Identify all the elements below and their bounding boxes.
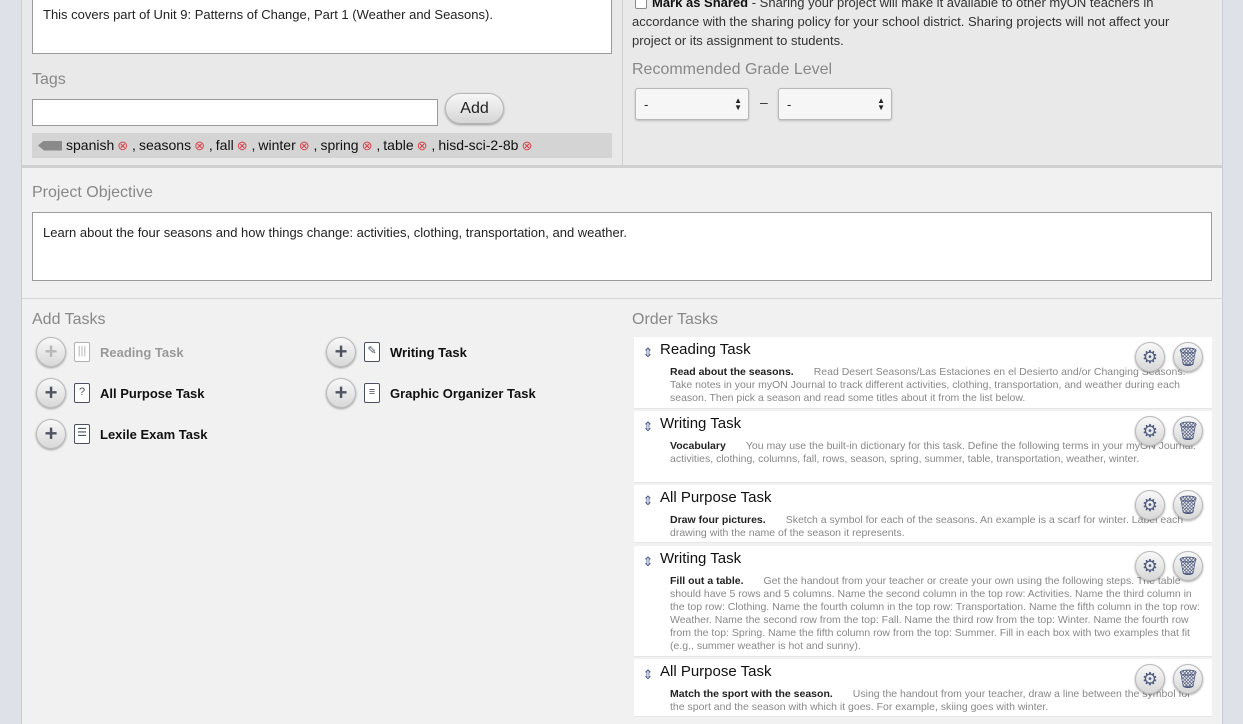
task-description: Draw four pictures. Sketch a symbol for e… bbox=[670, 514, 1184, 539]
question-doc-icon: ? bbox=[74, 383, 90, 403]
order-task-item[interactable]: ⇕ All Purpose Task Draw four pictures. Sk… bbox=[634, 485, 1212, 543]
section-divider bbox=[22, 298, 1222, 299]
tag-item: spanish ⊗ , bbox=[66, 137, 136, 153]
pencil-paper-icon: ✎ bbox=[364, 342, 380, 362]
remove-tag-icon[interactable]: ⊗ bbox=[194, 138, 205, 153]
remove-tag-icon[interactable]: ⊗ bbox=[299, 138, 310, 153]
gear-icon[interactable]: ⚙ bbox=[1135, 664, 1165, 694]
task-heading: Draw four pictures. bbox=[670, 514, 766, 526]
gear-icon[interactable]: ⚙ bbox=[1135, 342, 1165, 372]
share-description: Mark as Shared - Sharing your project wi… bbox=[632, 0, 1202, 50]
project-details-section: This covers part of Unit 9: Patterns of … bbox=[22, 0, 1222, 168]
remove-tag-icon[interactable]: ⊗ bbox=[417, 138, 428, 153]
objective-textarea[interactable]: Learn about the four seasons and how thi… bbox=[32, 212, 1212, 281]
plus-icon: + bbox=[36, 378, 66, 408]
task-title: All Purpose Task bbox=[660, 663, 772, 680]
task-heading: Match the sport with the season. bbox=[670, 688, 833, 700]
trash-icon[interactable]: 🗑 bbox=[1173, 342, 1203, 372]
task-description: Vocabulary You may use the built-in dicti… bbox=[670, 440, 1196, 465]
mark-as-shared-checkbox[interactable] bbox=[635, 0, 647, 9]
trash-icon[interactable]: 🗑 bbox=[1173, 551, 1203, 581]
select-arrows-icon: ▲ ▼ bbox=[877, 96, 885, 112]
remove-tag-icon[interactable]: ⊗ bbox=[237, 138, 248, 153]
grade-level-label: Recommended Grade Level bbox=[632, 61, 833, 78]
tags-list: spanish ⊗ , seasons ⊗ , fall ⊗ , winter ⊗ , … bbox=[32, 133, 612, 158]
add-lexile-exam-task-button[interactable]: + ☰ Lexile Exam Task bbox=[36, 419, 207, 449]
task-heading: Fill out a table. bbox=[670, 575, 744, 587]
task-description: Match the sport with the season. Using th… bbox=[670, 688, 1191, 713]
drag-handle-icon[interactable]: ⇕ bbox=[642, 345, 654, 361]
gear-icon[interactable]: ⚙ bbox=[1135, 490, 1165, 520]
select-arrows-icon: ▲ ▼ bbox=[734, 96, 742, 112]
remove-tag-icon[interactable]: ⊗ bbox=[117, 138, 128, 153]
task-title: All Purpose Task bbox=[660, 489, 772, 506]
task-title: Reading Task bbox=[660, 341, 751, 358]
drag-handle-icon[interactable]: ⇕ bbox=[642, 419, 654, 435]
tags-label: Tags bbox=[32, 71, 66, 88]
plus-icon: + bbox=[36, 337, 66, 367]
grade-to-select[interactable]: - ▲ ▼ bbox=[778, 88, 892, 120]
add-tag-button[interactable]: Add bbox=[445, 93, 504, 124]
remove-tag-icon[interactable]: ⊗ bbox=[362, 138, 373, 153]
column-divider bbox=[622, 0, 623, 168]
tag-item: seasons ⊗ , bbox=[138, 137, 213, 153]
add-all-purpose-task-button[interactable]: + ? All Purpose Task bbox=[36, 378, 205, 408]
task-heading: Read about the seasons. bbox=[670, 366, 794, 378]
task-heading: Vocabulary bbox=[670, 440, 726, 452]
gear-icon[interactable]: ⚙ bbox=[1135, 416, 1165, 446]
grade-from-select[interactable]: - ▲ ▼ bbox=[635, 88, 749, 120]
order-task-item[interactable]: ⇕ All Purpose Task Match the sport with … bbox=[634, 659, 1212, 717]
task-description: Read about the seasons. Read Desert Seaso… bbox=[670, 366, 1186, 404]
plus-icon: + bbox=[326, 337, 356, 367]
description-textarea[interactable]: This covers part of Unit 9: Patterns of … bbox=[32, 0, 612, 54]
project-editor: This covers part of Unit 9: Patterns of … bbox=[21, 0, 1223, 724]
order-task-item[interactable]: ⇕ Writing Task Fill out a table. Get the … bbox=[634, 546, 1212, 657]
add-reading-task-button[interactable]: + ||| Reading Task bbox=[36, 337, 184, 367]
drag-handle-icon[interactable]: ⇕ bbox=[642, 554, 654, 570]
task-description: Fill out a table. Get the handout from yo… bbox=[670, 575, 1200, 652]
share-label: Mark as Shared bbox=[652, 0, 749, 10]
task-title: Writing Task bbox=[660, 415, 742, 432]
trash-icon[interactable]: 🗑 bbox=[1173, 416, 1203, 446]
plus-icon: + bbox=[36, 419, 66, 449]
books-icon: ||| bbox=[74, 342, 90, 362]
tag-item: spring ⊗ , bbox=[320, 137, 381, 153]
tag-item: table ⊗ , bbox=[383, 137, 436, 153]
trash-icon[interactable]: 🗑 bbox=[1173, 664, 1203, 694]
plus-icon: + bbox=[326, 378, 356, 408]
add-writing-task-button[interactable]: + ✎ Writing Task bbox=[326, 337, 467, 367]
order-tasks-label: Order Tasks bbox=[632, 311, 718, 328]
add-tasks-label: Add Tasks bbox=[32, 311, 106, 328]
remove-tag-icon[interactable]: ⊗ bbox=[521, 138, 532, 153]
task-title: Writing Task bbox=[660, 550, 742, 567]
drag-handle-icon[interactable]: ⇕ bbox=[642, 493, 654, 509]
add-graphic-organizer-task-button[interactable]: + ≡ Graphic Organizer Task bbox=[326, 378, 536, 408]
tags-input[interactable] bbox=[32, 99, 438, 126]
tag-item: hisd-sci-2-8b ⊗ bbox=[438, 137, 533, 153]
grade-range-separator: – bbox=[760, 94, 768, 110]
tag-item: fall ⊗ , bbox=[215, 137, 256, 153]
order-task-item[interactable]: ⇕ Writing Task Vocabulary You may use the… bbox=[634, 411, 1212, 483]
drag-handle-icon[interactable]: ⇕ bbox=[642, 667, 654, 683]
objective-label: Project Objective bbox=[32, 184, 153, 201]
gear-icon[interactable]: ⚙ bbox=[1135, 551, 1165, 581]
exam-doc-icon: ☰ bbox=[74, 424, 90, 444]
list-doc-icon: ≡ bbox=[364, 383, 380, 403]
tag-item: winter ⊗ , bbox=[258, 137, 318, 153]
order-task-item[interactable]: ⇕ Reading Task Read about the seasons. Re… bbox=[634, 337, 1212, 409]
tag-icon bbox=[38, 140, 62, 151]
trash-icon[interactable]: 🗑 bbox=[1173, 490, 1203, 520]
